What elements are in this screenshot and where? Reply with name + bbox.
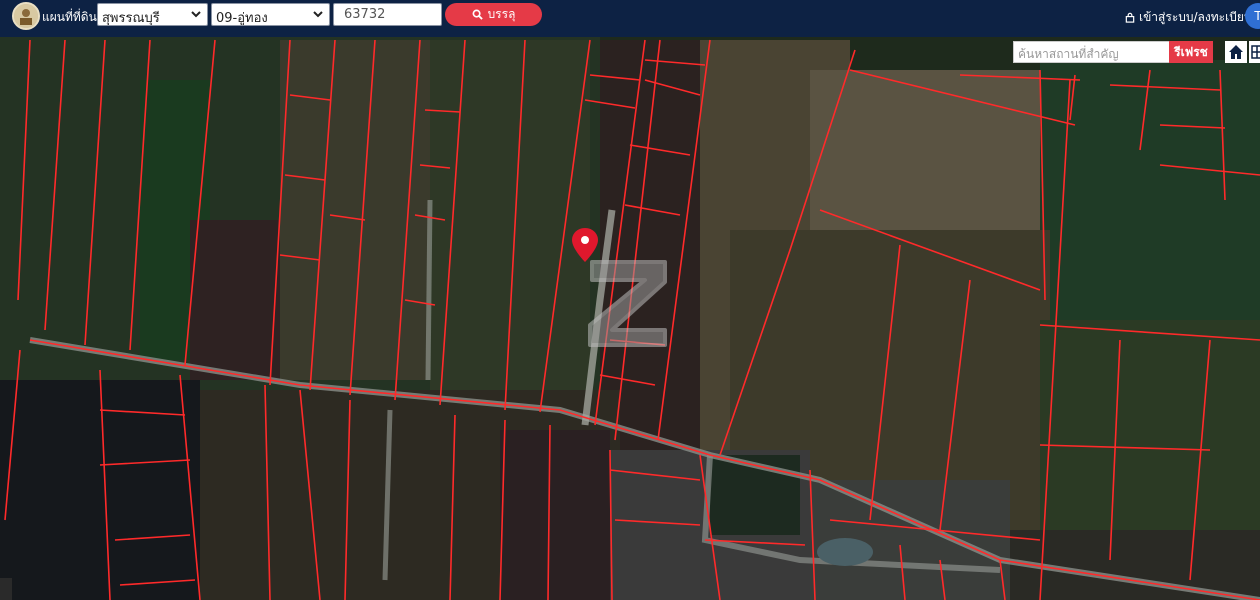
- login-link[interactable]: เข้าสู่ระบบ/ลงทะเบียน: [1125, 8, 1252, 27]
- login-label: เข้าสู่ระบบ/ลงทะเบียน: [1139, 10, 1253, 24]
- map-search-input[interactable]: ค้นหาสถานที่สำคัญ: [1013, 41, 1170, 63]
- chevron-down-icon: [191, 11, 201, 18]
- province-value: สุพรรณบุรี: [102, 11, 160, 26]
- satellite-map[interactable]: ค้นหาสถานที่สำคัญ รีเฟรช: [0, 37, 1260, 600]
- brand-title[interactable]: แผนที่ที่ดิน: [42, 8, 97, 27]
- search-icon: [472, 9, 483, 20]
- home-icon: [1229, 45, 1243, 59]
- top-navbar: แผนที่ที่ดิน สุพรรณบุรี 09-อู่ทอง 63732 …: [0, 0, 1260, 37]
- district-select[interactable]: 09-อู่ทอง: [211, 3, 330, 26]
- map-canvas[interactable]: [0, 37, 1260, 600]
- lock-icon: [1125, 12, 1135, 23]
- district-value: 09-อู่ทอง: [216, 11, 268, 26]
- map-search-button[interactable]: รีเฟรช: [1169, 41, 1213, 63]
- parcel-number-input[interactable]: 63732: [333, 3, 442, 26]
- home-button[interactable]: [1225, 41, 1247, 63]
- logo-icon[interactable]: [12, 2, 40, 30]
- search-button-label: บรรลุ: [487, 7, 516, 21]
- province-select[interactable]: สุพรรณบุรี: [97, 3, 208, 26]
- chevron-down-icon: [313, 11, 323, 18]
- corner-tool-icon[interactable]: [0, 578, 12, 600]
- layers-icon: [1251, 45, 1260, 59]
- layers-button[interactable]: [1249, 41, 1260, 63]
- search-button[interactable]: บรรลุ: [445, 3, 542, 26]
